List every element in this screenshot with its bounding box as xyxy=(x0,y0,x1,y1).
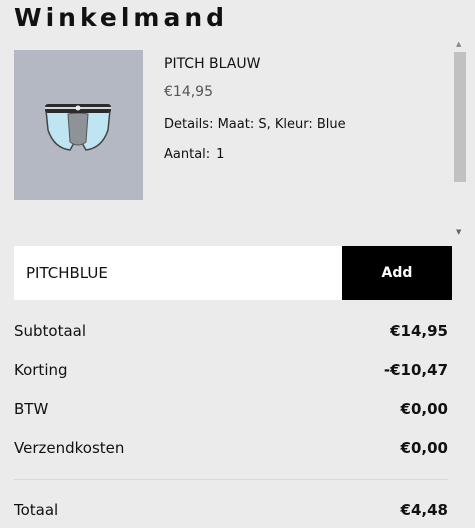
subtotal-label: Subtotaal xyxy=(14,322,87,340)
subtotal-value: €14,95 xyxy=(390,322,448,340)
discount-label: Korting xyxy=(14,361,68,379)
coupon-code-input[interactable] xyxy=(14,246,342,300)
coupon-form: Add xyxy=(14,246,452,300)
underwear-icon xyxy=(45,104,111,151)
add-coupon-button[interactable]: Add xyxy=(342,246,452,300)
quantity-value: 1 xyxy=(216,147,225,162)
discount-row: Korting -€10,47 xyxy=(14,361,448,387)
product-price: €14,95 xyxy=(164,84,213,100)
vat-row: BTW €0,00 xyxy=(14,400,448,426)
total-value: €4,48 xyxy=(400,501,448,519)
discount-value: -€10,47 xyxy=(383,361,448,379)
subtotal-row: Subtotaal €14,95 xyxy=(14,322,448,348)
summary-divider xyxy=(14,479,448,480)
product-details: Details: Maat: S, Kleur: Blue xyxy=(164,117,346,132)
product-image[interactable] xyxy=(14,50,143,200)
cart-title: Winkelmand xyxy=(14,3,229,32)
shipping-row: Verzendkosten €0,00 xyxy=(14,439,448,465)
vat-label: BTW xyxy=(14,400,49,418)
total-label: Totaal xyxy=(14,501,59,519)
scroll-down-arrow-icon[interactable]: ▼ xyxy=(456,228,461,236)
scroll-thumb[interactable] xyxy=(454,52,466,182)
shipping-label: Verzendkosten xyxy=(14,439,125,457)
product-name[interactable]: PITCH BLAUW xyxy=(164,56,260,72)
shipping-value: €0,00 xyxy=(400,439,448,457)
scroll-up-arrow-icon[interactable]: ▲ xyxy=(456,40,461,48)
total-row: Totaal €4,48 xyxy=(14,501,448,527)
cart-scrollbar[interactable]: ▲ ▼ xyxy=(452,40,468,243)
product-quantity: Aantal: 1 xyxy=(164,147,224,162)
quantity-label: Aantal: xyxy=(164,147,211,162)
vat-value: €0,00 xyxy=(400,400,448,418)
cart-item-list: PITCH BLAUW €14,95 Details: Maat: S, Kle… xyxy=(0,40,475,245)
